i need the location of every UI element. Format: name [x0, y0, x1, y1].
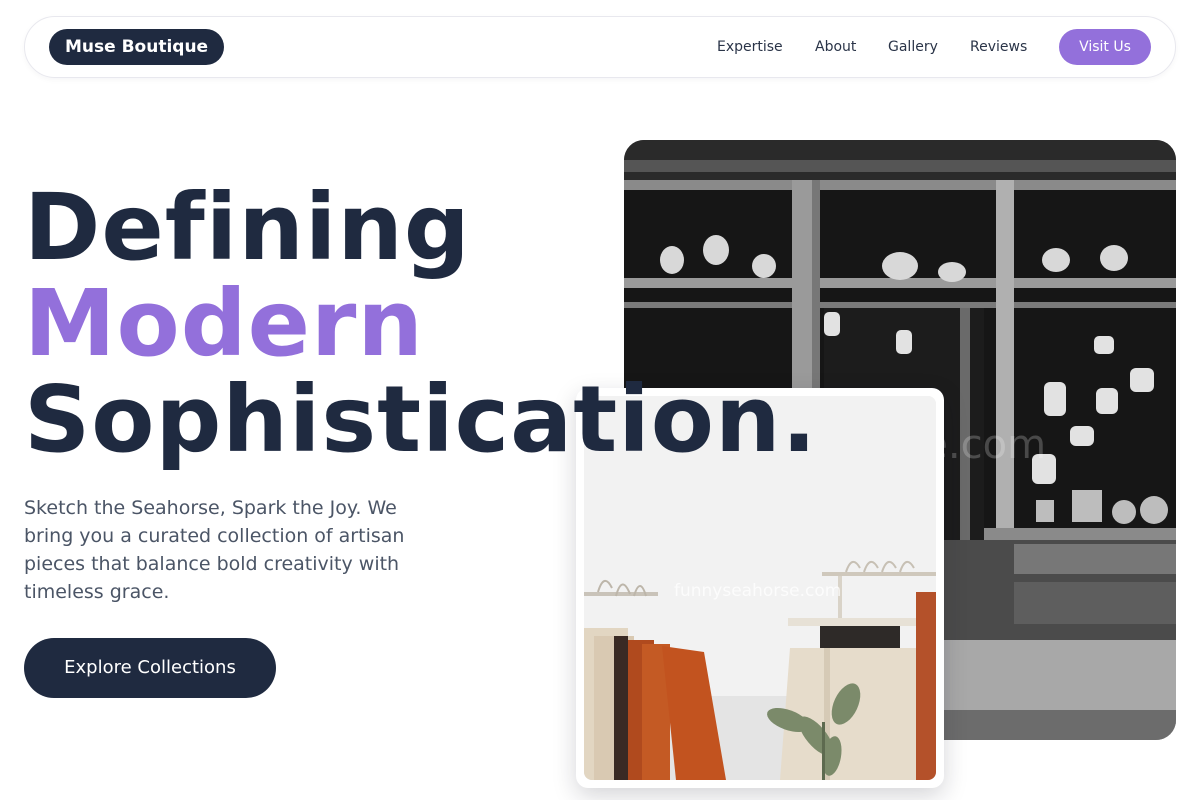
- nav-link-expertise[interactable]: Expertise: [717, 17, 783, 77]
- headline-line-sophistication: Sophistication.: [24, 366, 818, 473]
- visit-us-button[interactable]: Visit Us: [1059, 29, 1151, 65]
- hero-headline: Defining Modern Sophistication.: [24, 180, 817, 468]
- headline-line-modern: Modern: [24, 270, 424, 377]
- clothing-rack-watermark: funnyseahorse.com: [674, 581, 841, 601]
- headline-line-defining: Defining: [24, 174, 471, 281]
- nav-link-about[interactable]: About: [815, 17, 856, 77]
- nav-link-gallery[interactable]: Gallery: [888, 17, 938, 77]
- explore-collections-button[interactable]: Explore Collections: [24, 638, 276, 698]
- page: Muse Boutique Expertise About Gallery Re…: [0, 0, 1200, 800]
- hero-subtitle: Sketch the Seahorse, Spark the Joy. We b…: [24, 497, 405, 603]
- top-navbar: Muse Boutique Expertise About Gallery Re…: [24, 16, 1176, 78]
- brand-logo[interactable]: Muse Boutique: [49, 29, 225, 65]
- nav-link-reviews[interactable]: Reviews: [970, 17, 1027, 77]
